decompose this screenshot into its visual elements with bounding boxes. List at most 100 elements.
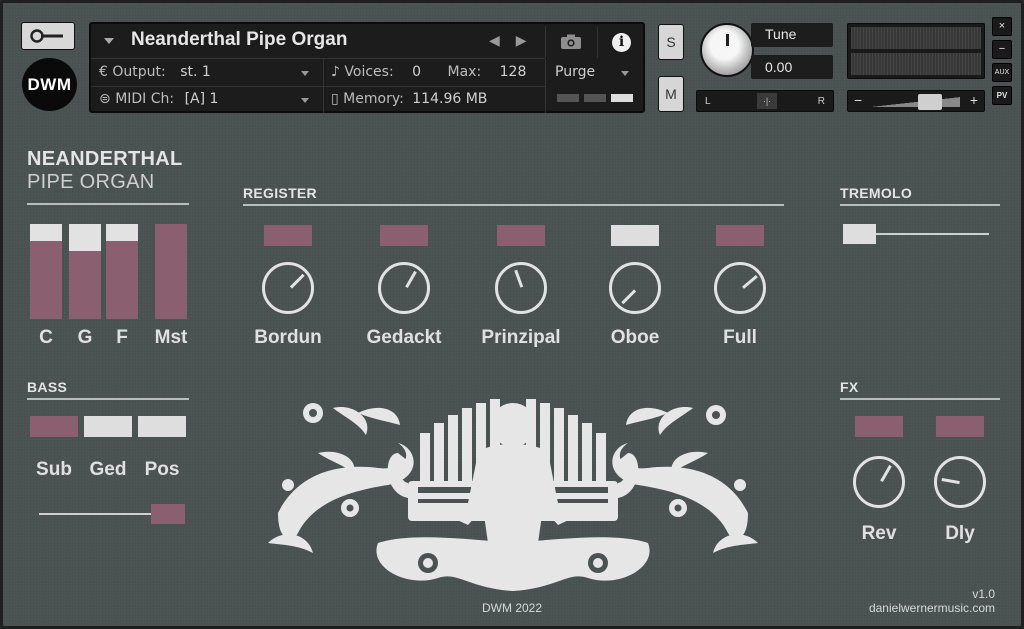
- register-knob-prinzipal[interactable]: [495, 262, 547, 314]
- solo-button[interactable]: S: [658, 24, 684, 60]
- register-toggle-full[interactable]: [716, 225, 764, 246]
- fx-label: Dly: [945, 523, 975, 544]
- level-fader-label: Mst: [154, 327, 188, 348]
- midi-icon: ⊜: [99, 91, 111, 107]
- level-fader-cap: [30, 224, 62, 241]
- register-toggle-gedackt[interactable]: [380, 225, 428, 246]
- memory-icon: ▯: [331, 91, 339, 107]
- voices-icon: ♪: [331, 64, 340, 80]
- register-knob-bordun[interactable]: [262, 262, 314, 314]
- voices-row: ♪ Voices: 0 Max: 128: [331, 64, 526, 80]
- divider: [27, 203, 189, 205]
- register-knob-full[interactable]: [714, 262, 766, 314]
- memory-value: 114.96 MB: [412, 91, 488, 107]
- instrument-name[interactable]: Neanderthal Pipe Organ: [131, 29, 347, 51]
- register-label: Oboe: [610, 327, 660, 348]
- volume-thumb[interactable]: [918, 94, 942, 110]
- fx-title: FX: [840, 379, 859, 395]
- divider: [91, 58, 545, 59]
- fx-toggle-dly[interactable]: [936, 416, 984, 437]
- output-dropdown-icon[interactable]: [301, 71, 309, 76]
- max-label: Max:: [447, 64, 482, 80]
- divider: [840, 204, 1000, 206]
- volume-slider[interactable]: − +: [847, 90, 985, 112]
- minimize-button[interactable]: −: [992, 40, 1012, 59]
- preset-nav-arrows-icon[interactable]: ◀▶: [489, 32, 543, 49]
- output-row[interactable]: € Output: st. 1: [99, 64, 211, 80]
- output-value: st. 1: [180, 64, 211, 80]
- pan-right-label: R: [817, 96, 825, 107]
- volume-minus: −: [854, 92, 863, 108]
- divider: [545, 59, 546, 113]
- level-fader-label: F: [116, 327, 128, 348]
- snapshot-button[interactable]: [545, 26, 595, 58]
- pan-thumb[interactable]: ·|·: [757, 93, 777, 109]
- register-label: Bordun: [254, 327, 322, 348]
- register-knob-oboe[interactable]: [609, 262, 661, 314]
- register-label: Full: [723, 327, 757, 348]
- bass-toggle-label: Ged: [89, 459, 127, 480]
- tremolo-slider-thumb[interactable]: [843, 224, 876, 244]
- volume-plus: +: [969, 92, 978, 108]
- fx-label: Rev: [861, 523, 897, 544]
- purge-menu[interactable]: Purge: [555, 64, 595, 80]
- divider: [323, 59, 324, 113]
- level-fader-mst[interactable]: [155, 224, 187, 319]
- version-text: v1.0: [972, 587, 995, 601]
- wrench-icon: [30, 29, 63, 43]
- info-icon: i: [612, 32, 631, 52]
- fx-knob-dly[interactable]: [934, 456, 986, 508]
- purge-meters: [557, 94, 633, 102]
- bass-toggle-pos[interactable]: [138, 416, 186, 437]
- tremolo-title: TREMOLO: [840, 185, 913, 201]
- bass-toggle-sub[interactable]: [30, 416, 78, 437]
- camera-icon: [560, 34, 581, 49]
- register-toggle-prinzipal[interactable]: [497, 225, 545, 246]
- instrument-menu-caret-icon[interactable]: [104, 38, 114, 44]
- product-title-line1: NEANDERTHAL: [27, 148, 183, 170]
- memory-label: Memory:: [343, 91, 404, 107]
- fx-toggle-rev[interactable]: [855, 416, 903, 437]
- divider: [27, 398, 189, 400]
- purge-dropdown-icon[interactable]: [621, 71, 629, 76]
- midi-dropdown-icon[interactable]: [301, 98, 309, 103]
- mute-button[interactable]: M: [658, 76, 684, 112]
- tune-value[interactable]: 0.00: [751, 55, 833, 79]
- divider: [243, 204, 784, 206]
- register-knob-gedackt[interactable]: [378, 262, 430, 314]
- bass-title: BASS: [27, 379, 68, 395]
- bass-toggle-label: Pos: [144, 459, 180, 480]
- memory-row: ▯ Memory: 114.96 MB: [331, 91, 487, 107]
- midi-value: [A] 1: [184, 91, 219, 107]
- close-button[interactable]: ×: [992, 17, 1012, 36]
- pan-left-label: L: [705, 96, 711, 107]
- tune-knob[interactable]: [700, 23, 754, 77]
- level-fader-g[interactable]: [69, 224, 101, 319]
- fx-knob-rev[interactable]: [853, 456, 905, 508]
- level-fader-cap: [69, 224, 101, 251]
- purge-label: Purge: [555, 64, 596, 80]
- output-label: Output:: [112, 64, 166, 80]
- register-toggle-bordun[interactable]: [264, 225, 312, 246]
- midi-row[interactable]: ⊜ MIDI Ch: [A] 1: [99, 91, 218, 107]
- bass-toggle-ged[interactable]: [84, 416, 132, 437]
- pv-button[interactable]: PV: [992, 86, 1012, 105]
- pan-slider[interactable]: L ·|· R: [696, 90, 834, 112]
- website-link[interactable]: danielwernermusic.com: [869, 601, 995, 615]
- register-toggle-oboe[interactable]: [611, 225, 659, 246]
- output-level-meter: [847, 23, 985, 79]
- voices-value: 0: [412, 64, 422, 80]
- instrument-header: DWM Neanderthal Pipe Organ ◀▶ i € Output…: [3, 3, 1021, 121]
- max-value[interactable]: 128: [500, 64, 527, 80]
- edit-button[interactable]: [21, 22, 75, 50]
- instrument-info-panel: Neanderthal Pipe Organ ◀▶ i € Output: st…: [89, 22, 645, 113]
- product-title-line2: PIPE ORGAN: [27, 171, 155, 193]
- level-fader-c[interactable]: [30, 224, 62, 319]
- bass-slider-thumb[interactable]: [151, 504, 185, 524]
- info-button[interactable]: i: [597, 26, 645, 58]
- aux-button[interactable]: AUX: [992, 63, 1012, 82]
- level-fader-f[interactable]: [106, 224, 138, 319]
- dwm-logo: DWM: [22, 58, 77, 111]
- bass-toggle-label: Sub: [36, 459, 72, 480]
- copyright-text: DWM 2022: [482, 601, 543, 615]
